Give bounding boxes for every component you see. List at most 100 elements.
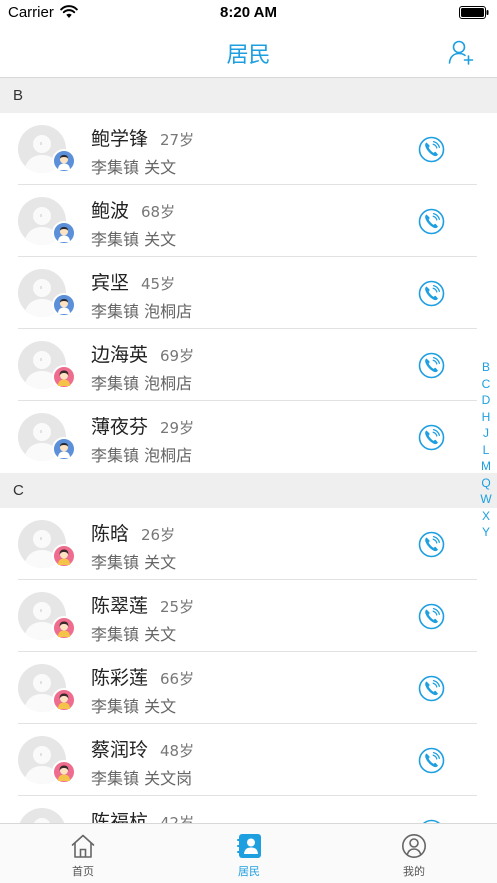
tab-profile[interactable]: 我的: [331, 824, 497, 883]
phone-icon: [418, 208, 445, 239]
add-user-button[interactable]: [447, 38, 475, 66]
call-button[interactable]: [418, 747, 445, 774]
phone-icon: [418, 747, 445, 778]
resident-name-line: 宾坚 45岁: [91, 268, 175, 295]
index-letter-d[interactable]: D: [479, 392, 493, 409]
male-avatar-icon: [52, 221, 76, 245]
resident-row[interactable]: 宾坚 45岁李集镇 泡桐店: [0, 257, 497, 329]
index-letter-m[interactable]: M: [479, 458, 493, 475]
resident-age: 66岁: [160, 670, 195, 688]
profile-icon: [402, 834, 426, 858]
section-header-c: C: [0, 473, 497, 508]
phone-icon: [418, 136, 445, 167]
female-avatar-icon: [52, 544, 76, 568]
female-avatar-icon: [52, 688, 76, 712]
call-button[interactable]: [418, 208, 445, 235]
resident-name-line: 鲍波 68岁: [91, 196, 175, 223]
tab-profile-label: 我的: [403, 865, 425, 878]
phone-icon: [418, 280, 445, 311]
index-letter-c[interactable]: C: [479, 376, 493, 393]
resident-name-line: 边海英 69岁: [91, 340, 194, 367]
resident-age: 45岁: [141, 275, 176, 293]
resident-row[interactable]: 鲍学锋 27岁 李集镇 关文: [0, 113, 497, 185]
resident-row[interactable]: 陈翠莲 25岁李集镇 关文: [0, 580, 497, 652]
female-avatar-icon: [52, 616, 76, 640]
index-letter-h[interactable]: H: [479, 409, 493, 426]
tab-residents-label: 居民: [238, 865, 260, 878]
resident-age: 25岁: [160, 598, 195, 616]
resident-address: 李集镇 关文: [91, 697, 177, 716]
status-bar: Carrier 8:20 AM: [0, 0, 497, 26]
resident-row[interactable]: 蔡润玲 48岁李集镇 关文岗: [0, 724, 497, 796]
female-avatar-icon: [52, 760, 76, 784]
alphabet-index[interactable]: BCDHJLMQWXY: [479, 359, 493, 541]
index-letter-j[interactable]: J: [479, 425, 493, 442]
resident-age: 26岁: [141, 526, 176, 544]
resident-name: 鲍学锋: [91, 128, 149, 150]
index-letter-b[interactable]: B: [479, 359, 493, 376]
battery-icon: [459, 6, 489, 19]
resident-row[interactable]: 鲍波 68岁李集镇 关文: [0, 185, 497, 257]
resident-name: 陈福杭: [91, 811, 149, 823]
status-time: 8:20 AM: [220, 4, 277, 21]
resident-row[interactable]: 陈晗 26岁 李集镇 关文: [0, 508, 497, 580]
resident-row[interactable]: 陈彩莲 66岁李集镇 关文: [0, 652, 497, 724]
phone-icon: [418, 424, 445, 455]
resident-row[interactable]: 薄夜芬 29岁 李集镇 泡桐店: [0, 401, 497, 473]
resident-name: 边海英: [91, 344, 149, 366]
resident-address: 李集镇 关文岗: [91, 769, 193, 788]
call-button[interactable]: [418, 603, 445, 630]
resident-age: 68岁: [141, 203, 176, 221]
resident-age: 42岁: [160, 814, 195, 823]
resident-name: 宾坚: [91, 272, 130, 294]
resident-row[interactable]: 边海英 69岁 李集镇 泡桐店: [0, 329, 497, 401]
resident-name: 鲍波: [91, 200, 130, 222]
resident-age: 27岁: [160, 131, 195, 149]
resident-name-line: 陈晗 26岁: [91, 519, 175, 546]
resident-address: 李集镇 泡桐店: [91, 302, 193, 321]
call-button[interactable]: [418, 675, 445, 702]
resident-name: 陈翠莲: [91, 595, 149, 617]
phone-icon: [418, 675, 445, 706]
tab-home[interactable]: 首页: [0, 824, 166, 883]
tab-home-label: 首页: [72, 865, 94, 878]
call-button[interactable]: [418, 352, 445, 379]
tab-bar: 首页 居民 我的: [0, 823, 497, 883]
resident-name-line: 鲍学锋 27岁: [91, 124, 194, 151]
call-button[interactable]: [418, 424, 445, 451]
resident-address: 李集镇 关文: [91, 625, 177, 644]
navigation-bar: 居民: [0, 26, 497, 78]
index-letter-q[interactable]: Q: [479, 475, 493, 492]
male-avatar-icon: [52, 149, 76, 173]
resident-age: 69岁: [160, 347, 195, 365]
tab-residents[interactable]: 居民: [166, 824, 332, 883]
call-button[interactable]: [418, 531, 445, 558]
home-icon: [71, 834, 95, 858]
resident-address: 李集镇 关文: [91, 230, 177, 249]
resident-name: 陈晗: [91, 523, 130, 545]
resident-age: 48岁: [160, 742, 195, 760]
resident-name-line: 陈福杭 42岁: [91, 807, 194, 823]
resident-name-line: 薄夜芬 29岁: [91, 412, 194, 439]
index-letter-l[interactable]: L: [479, 442, 493, 459]
resident-name: 蔡润玲: [91, 739, 149, 761]
resident-row[interactable]: 陈福杭 42岁: [0, 796, 497, 823]
index-letter-w[interactable]: W: [479, 491, 493, 508]
index-letter-y[interactable]: Y: [479, 524, 493, 541]
resident-name: 薄夜芬: [91, 416, 149, 438]
phone-icon: [418, 352, 445, 383]
residents-icon: [237, 834, 261, 858]
phone-icon: [418, 603, 445, 634]
call-button[interactable]: [418, 280, 445, 307]
avatar-placeholder-icon: [18, 808, 66, 823]
call-button[interactable]: [418, 136, 445, 163]
resident-list[interactable]: B 鲍学锋 27岁 李集镇 关文 鲍波 68岁 李集镇 关文 宾坚 45岁 李集镇 泡桐店 边海英 6…: [0, 78, 497, 823]
phone-icon: [418, 531, 445, 562]
resident-name-line: 陈彩莲 66岁: [91, 663, 194, 690]
male-avatar-icon: [52, 437, 76, 461]
female-avatar-icon: [52, 365, 76, 389]
male-avatar-icon: [52, 293, 76, 317]
resident-age: 29岁: [160, 419, 195, 437]
resident-name-line: 蔡润玲 48岁: [91, 735, 194, 762]
index-letter-x[interactable]: X: [479, 508, 493, 525]
